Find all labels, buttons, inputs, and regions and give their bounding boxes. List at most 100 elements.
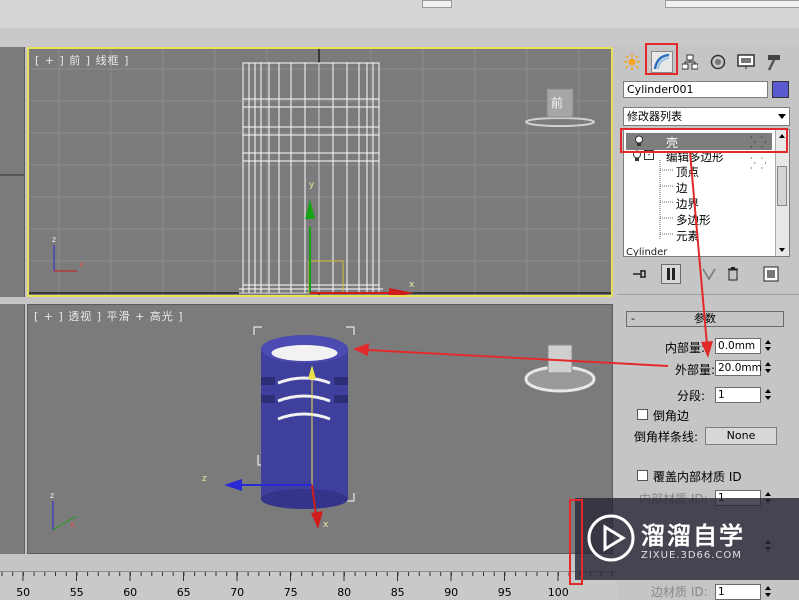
modifier-list-dropdown[interactable]: 修改器列表 (623, 107, 790, 126)
edge-mat-id-field[interactable]: 1 (715, 584, 761, 600)
hierarchy-icon (682, 54, 698, 70)
toolbar-field[interactable] (665, 0, 799, 8)
ruler-tick-label: 60 (123, 586, 138, 599)
perspective-viewport-canvas: z x z x (50, 326, 596, 531)
viewcube-ring[interactable] (525, 117, 595, 127)
create-tab[interactable] (621, 51, 643, 73)
ruler-tick-label: 70 (230, 586, 245, 599)
front-viewport[interactable]: y x 前 z x [ + ] 前 ] 线框 ] (27, 47, 613, 297)
rollout-divider (617, 294, 799, 295)
ruler-tick-label: 100 (547, 586, 569, 599)
pin-stack-button[interactable] (629, 264, 649, 284)
utilities-tab[interactable] (763, 51, 785, 73)
sun-star-icon (624, 54, 640, 70)
inner-amount-spinner[interactable] (763, 338, 773, 354)
motion-ring-icon (710, 54, 726, 70)
toolbar-button[interactable] (422, 0, 452, 8)
ruler-tick-label: 55 (69, 586, 84, 599)
edge-mat-id-spinner[interactable] (763, 584, 773, 600)
collapse-icon: - (631, 312, 635, 325)
inner-amount-field[interactable]: 0.0mm (715, 338, 761, 354)
override-inner-mat-checkbox[interactable] (637, 470, 648, 481)
x-axis-arrow-icon (311, 511, 323, 529)
configure-modifier-sets-button[interactable] (761, 264, 781, 284)
ruler-tick-label: 75 (283, 586, 298, 599)
hammer-icon (767, 55, 780, 71)
hierarchy-tab[interactable] (679, 51, 701, 73)
left-viewport-bottom[interactable] (0, 304, 25, 554)
parameters-title: 参数 (694, 312, 716, 325)
tripod-x-label: x (79, 260, 84, 269)
tripod-z-label: z (52, 235, 56, 244)
tree-lines (659, 160, 674, 240)
make-unique-button[interactable] (699, 264, 719, 284)
gizmo-x-label: x (409, 280, 415, 290)
z-axis-arrow-icon (224, 479, 242, 491)
ribbon-strip (0, 28, 799, 46)
watermark-title: 溜溜自学 (641, 522, 745, 550)
front-viewport-canvas: y x 前 z x (29, 49, 611, 295)
y-axis-arrow-icon (305, 199, 315, 219)
gizmo-x-label: x (323, 520, 329, 530)
bevel-edges-checkbox[interactable] (637, 409, 648, 420)
object-color-swatch[interactable] (772, 81, 789, 98)
inner-amount-label: 内部量: (664, 341, 705, 355)
object-name-field[interactable]: Cylinder001 (623, 81, 768, 98)
remove-modifier-button[interactable] (723, 264, 743, 284)
pin-icon (633, 270, 646, 278)
bevel-spline-button[interactable]: None (705, 427, 777, 445)
make-unique-icon (702, 268, 716, 281)
viewcube[interactable] (547, 344, 573, 374)
parameters-rollout-header[interactable]: - 参数 (626, 311, 784, 327)
watermark-subtitle: ZIXUE.3D66.COM (641, 550, 742, 561)
bevel-edges-label: 倒角边 (653, 409, 690, 423)
gizmo-y-label: y (309, 180, 315, 190)
end-result-icon (667, 268, 675, 280)
stack-item-cylinder[interactable]: Cylinder (626, 247, 667, 256)
timeline-ruler[interactable]: 50 55 60 65 70 75 80 85 90 95 100 (0, 571, 617, 600)
outer-amount-field[interactable]: 20.0mm (715, 360, 762, 376)
stack-toolbar (623, 262, 793, 286)
viewcube-label: 前 (551, 95, 563, 110)
perspective-viewport-label[interactable]: [ + ] 透视 ] 平滑 + 高光 ] (34, 308, 184, 324)
stack-sublevel-edge[interactable]: 边 (676, 180, 688, 196)
segments-field[interactable]: 1 (715, 387, 761, 403)
edge-mat-id-label: 边材质 ID: (651, 585, 708, 599)
front-viewport-label[interactable]: [ + ] 前 ] 线框 ] (35, 52, 129, 68)
perspective-viewport[interactable]: z x z x [ + ] 透视 ] 平滑 + 高光 ] (27, 304, 613, 554)
stack-sublevel-polygon[interactable]: 多边形 (676, 212, 711, 228)
gizmo-z-label: z (202, 474, 207, 484)
ruler-tick-label: 65 (176, 586, 191, 599)
ruler-tick-label: 50 (16, 586, 31, 599)
ruler-tick-label: 95 (497, 586, 512, 599)
ruler-tick-label: 85 (390, 586, 405, 599)
stack-sublevel-element[interactable]: 元素 (676, 228, 699, 244)
stack-sublevel-vertex[interactable]: 顶点 (676, 164, 699, 180)
shell-cylinder-model (261, 335, 348, 509)
dots-icon: · · · · · · (750, 154, 768, 173)
left-viewport-top[interactable] (0, 47, 25, 297)
modifier-list-label: 修改器列表 (627, 110, 682, 123)
motion-tab[interactable] (707, 51, 729, 73)
show-end-result-button[interactable] (661, 264, 681, 284)
play-logo-icon (587, 514, 635, 562)
chevron-down-icon (778, 114, 786, 119)
display-monitor-icon (737, 54, 755, 69)
trash-icon (728, 267, 738, 281)
config-icon (763, 266, 779, 282)
stack-sublevel-border[interactable]: 边界 (676, 196, 699, 212)
segments-label: 分段: (676, 389, 705, 403)
watermark: 溜溜自学 ZIXUE.3D66.COM (575, 498, 799, 580)
override-inner-mat-label: 覆盖内部材质 ID (653, 470, 742, 484)
segments-spinner[interactable] (763, 387, 773, 403)
scroll-down-icon[interactable] (779, 248, 785, 252)
display-tab[interactable] (735, 51, 757, 73)
ruler-ticks (1, 572, 613, 581)
shell-modifier-highlight (620, 128, 788, 153)
ruler-tick-label: 90 (444, 586, 459, 599)
outer-amount-label: 外部量: (674, 363, 715, 377)
ruler-tick-label: 80 (337, 586, 352, 599)
tripod-z-label: z (50, 491, 54, 500)
outer-amount-spinner[interactable] (763, 360, 773, 376)
scroll-thumb[interactable] (777, 166, 787, 206)
